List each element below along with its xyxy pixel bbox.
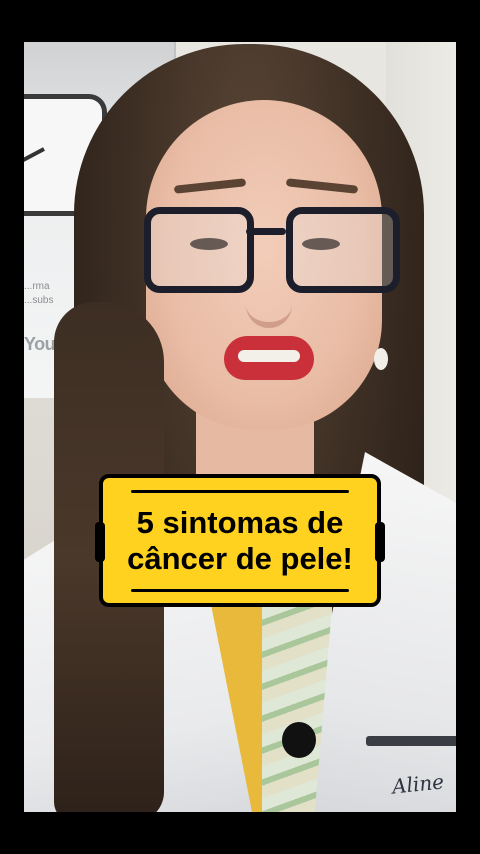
glasses-bridge (246, 228, 286, 235)
video-frame: ...rma ...subs YouTub Aline (24, 42, 456, 812)
glasses-right-lens (286, 207, 400, 293)
earring (374, 348, 388, 370)
mouth (224, 336, 314, 380)
caption-right-tab (375, 522, 385, 562)
caption-left-tab (95, 522, 105, 562)
caption-box: 5 sintomas de câncer de pele! (95, 474, 385, 607)
coat-pocket-trim (366, 736, 456, 746)
caption-line-2: câncer de pele! (127, 540, 353, 576)
caption-bottom-rule (131, 588, 349, 592)
caption-line-1: 5 sintomas de (136, 504, 344, 540)
glasses-left-lens (144, 207, 254, 293)
caption-top-rule (131, 489, 349, 493)
lapel-microphone (282, 722, 316, 758)
nose (246, 262, 292, 328)
